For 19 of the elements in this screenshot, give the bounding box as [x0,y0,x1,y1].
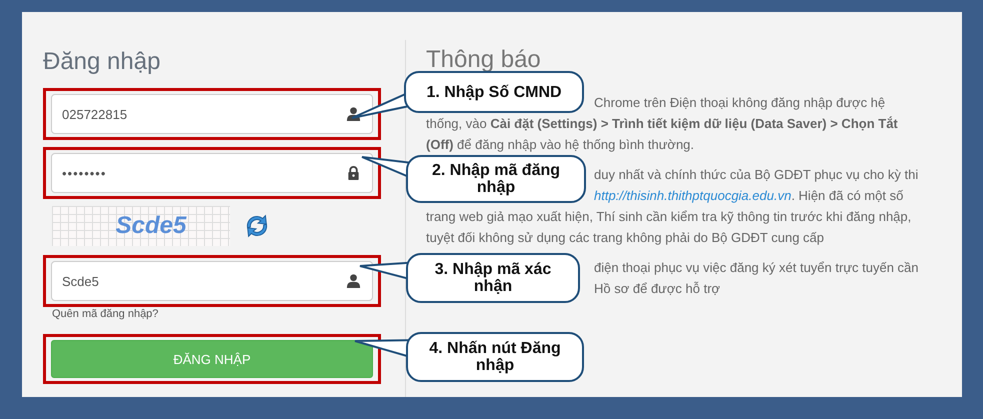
lock-icon [346,165,361,180]
notice-text: điện thoại phục vụ việc đăng ký xét tuyển trực tuyến cần [594,260,919,275]
forgot-password-link[interactable]: Quên mã đăng nhập? [52,308,158,320]
notice-text: duy nhất và chính thức của Bộ GDĐT phục vụ cho kỳ thi [594,167,918,182]
user-icon [346,273,361,288]
callout-text: 1. Nhập Số CMND [426,84,562,100]
callout-text: 2. Nhập mã đăng nhập [430,162,562,196]
notice-text: tuyệt đối không sử dụng các trang không phải do Bộ GDĐT cung cấp [426,230,824,245]
notice-text: thống, vào Cài đặt (Settings) > Trình tiết kiệm dữ liệu (Data Saver) > Chọn Tắt [426,116,898,131]
login-title: Đăng nhập [43,48,162,77]
captcha-image: Scde5 [52,206,230,246]
notice-text: (Off) để đăng nhập vào hệ thống bình thường. [426,137,694,152]
notice-text: Chrome trên Điện thoại không đăng nhập được hệ [594,95,886,110]
callout-text: 4. Nhấn nút Đăng nhập [428,340,562,374]
notice-text: . Hiện đã có một số [791,188,904,203]
notice-text: trang web giả mạo xuất hiện, Thí sinh cần kiểm tra kỹ thông tin trước khi đăng nhập, [426,209,912,224]
notice-title: Thông báo [426,46,541,74]
notice-text: Hồ sơ để được hỗ trợ [594,281,720,296]
callout-text: 3. Nhập mã xác nhận [434,261,552,295]
